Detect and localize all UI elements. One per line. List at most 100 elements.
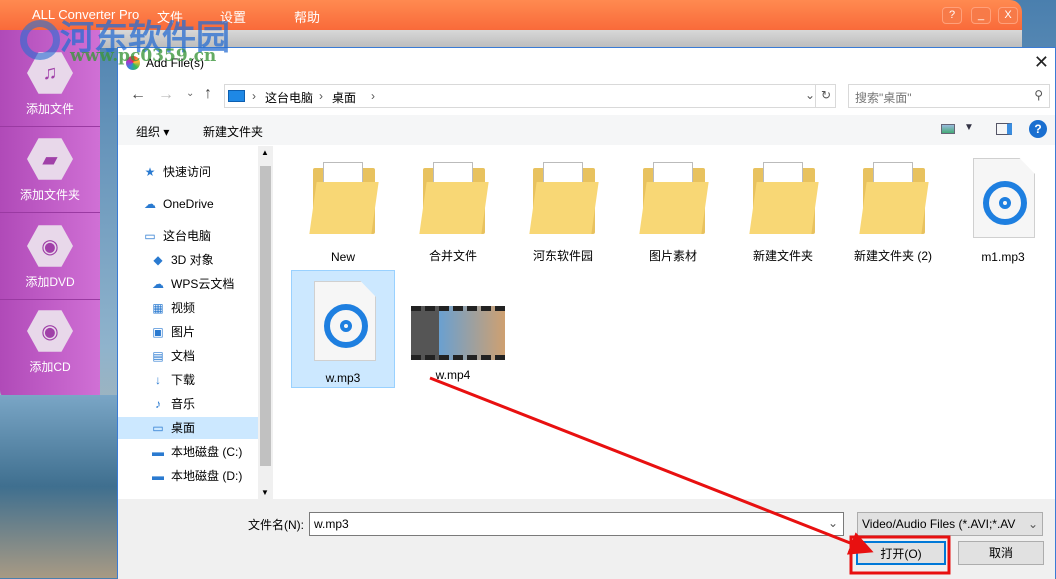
nav-icon: ▬	[152, 469, 164, 483]
nav-item[interactable]: ↓ 下载	[118, 369, 258, 391]
app-title: ALL Converter Pro	[32, 7, 140, 22]
back-button[interactable]: ←	[130, 86, 146, 104]
address-bar[interactable]: › 这台电脑 › 桌面 › ⌄	[224, 84, 836, 108]
nav-icon: ☁	[152, 277, 164, 291]
nav-item[interactable]: ◆ 3D 对象	[118, 249, 258, 271]
file-item[interactable]: w.mp3	[291, 270, 395, 388]
nav-label: 3D 对象	[171, 253, 214, 267]
search-icon: ⚲	[1034, 88, 1043, 102]
label: 组织	[136, 125, 161, 139]
file-item[interactable]: New	[291, 148, 395, 266]
file-item[interactable]: 新建文件夹	[731, 148, 835, 266]
desktop-background	[0, 395, 117, 578]
audio-file-icon	[314, 281, 376, 361]
file-name: w.mp3	[325, 371, 361, 385]
new-folder-button[interactable]: 新建文件夹	[203, 123, 263, 140]
nav-label: 视频	[171, 301, 196, 315]
file-name: 新建文件夹 (2)	[853, 249, 932, 263]
add-file-button[interactable]: ♫ 添加文件	[0, 42, 100, 127]
add-dvd-button[interactable]: ◉ 添加DVD	[0, 215, 100, 300]
nav-item[interactable]: ▭ 这台电脑	[118, 225, 258, 247]
nav-item[interactable]: ▤ 文档	[118, 345, 258, 367]
nav-icon: ♪	[155, 397, 161, 411]
view-dropdown[interactable]: ▼	[964, 122, 974, 133]
nav-icon: ◆	[153, 253, 163, 267]
cd-icon: ◉	[27, 310, 73, 352]
refresh-button[interactable]: ↻	[815, 84, 836, 108]
view-icon[interactable]	[941, 124, 955, 134]
breadcrumb-desktop[interactable]: 桌面	[332, 89, 356, 106]
nav-label: 桌面	[171, 421, 196, 435]
help-icon[interactable]: ?	[1029, 120, 1047, 138]
folder-icon	[639, 162, 709, 234]
file-item[interactable]: 新建文件夹 (2)	[841, 148, 945, 266]
address-dropdown-icon[interactable]: ⌄	[805, 88, 815, 102]
app-titlebar: ALL Converter Pro 文件 设置 帮助 ? _ X	[0, 0, 1022, 30]
nav-label: 本地磁盘 (D:)	[171, 469, 243, 483]
nav-item[interactable]: ☁ WPS云文档	[118, 273, 258, 295]
preview-pane-button[interactable]	[996, 123, 1012, 135]
up-button[interactable]: ↑	[204, 85, 212, 103]
dialog-close-button[interactable]: ✕	[1034, 52, 1049, 73]
file-item[interactable]: w.mp4	[401, 270, 505, 388]
dialog-bottom-bar: 文件名(N): w.mp3 ⌄ Video/Audio Files (*.AVI;…	[118, 499, 1055, 579]
file-name: 新建文件夹	[752, 249, 813, 263]
menu-file[interactable]: 文件	[157, 7, 183, 26]
menu-help[interactable]: 帮助	[294, 7, 320, 26]
nav-item[interactable]: ▭ 桌面	[118, 417, 258, 439]
nav-item[interactable]: ☁ OneDrive	[118, 193, 258, 215]
folder-icon	[749, 162, 819, 234]
nav-label: 本地磁盘 (C:)	[171, 445, 243, 459]
search-placeholder: 搜索"桌面"	[855, 91, 912, 105]
nav-item[interactable]: ▬ 本地磁盘 (D:)	[118, 465, 258, 487]
nav-label: 快速访问	[163, 165, 212, 179]
menu-settings[interactable]: 设置	[220, 7, 246, 26]
close-button[interactable]: X	[998, 7, 1018, 24]
file-item[interactable]: 合并文件	[401, 148, 505, 266]
file-item[interactable]: m1.mp3	[951, 148, 1055, 266]
nav-label: 图片	[171, 325, 196, 339]
file-item[interactable]: 河东软件园	[511, 148, 615, 266]
nav-label: 音乐	[171, 397, 196, 411]
nav-item[interactable]: ♪ 音乐	[118, 393, 258, 415]
folder-icon	[859, 162, 929, 234]
add-files-dialog: Add File(s) ✕ ← → ⌄ ↑ › 这台电脑 › 桌面 › ⌄ ↻ …	[117, 47, 1056, 579]
folder-icon: ▰	[27, 138, 73, 180]
recent-dropdown[interactable]: ⌄	[186, 88, 194, 99]
nav-item[interactable]: ▬ 本地磁盘 (C:)	[118, 441, 258, 463]
app-header-strip	[0, 30, 1022, 48]
cancel-button[interactable]: 取消	[958, 541, 1044, 565]
nav-icon: ▬	[152, 445, 164, 459]
filename-input[interactable]: w.mp3 ⌄	[309, 512, 844, 536]
nav-icon: ▭	[144, 229, 156, 243]
app-sidebar: ♫ 添加文件 ▰ 添加文件夹 ◉ 添加DVD ◉ 添加CD	[0, 30, 100, 395]
nav-item[interactable]: ★ 快速访问	[118, 161, 258, 183]
navigation-pane: ★ 快速访问 ☁ OneDrive ▭ 这台电脑 ◆ 3D 对象 ☁ WPS云文档 ▦ 视频 ▣ 图片 ▤ 文…	[118, 146, 273, 499]
filename-value: w.mp3	[314, 517, 349, 531]
label: 添加CD	[29, 360, 71, 374]
file-name: 合并文件	[428, 249, 477, 263]
file-item[interactable]: 图片素材	[621, 148, 725, 266]
breadcrumb-this-pc[interactable]: 这台电脑	[265, 89, 313, 106]
open-button[interactable]: 打开(O)	[856, 541, 946, 565]
dialog-title: Add File(s)	[146, 56, 205, 70]
file-type-select[interactable]: Video/Audio Files (*.AVI;*.AV ⌄	[857, 512, 1043, 536]
nav-label: WPS云文档	[171, 277, 235, 291]
help-button[interactable]: ?	[942, 7, 962, 24]
nav-scrollbar-thumb[interactable]	[260, 166, 271, 466]
file-list: New 合并文件 河东软件园 图片素材 新建文件夹 新建文件夹 (2) m1.mp3 w.mp…	[273, 146, 1055, 499]
organize-button[interactable]: 组织 ▾	[136, 123, 169, 140]
nav-item[interactable]: ▦ 视频	[118, 297, 258, 319]
forward-button[interactable]: →	[158, 86, 174, 104]
add-folder-button[interactable]: ▰ 添加文件夹	[0, 128, 100, 213]
file-name: m1.mp3	[981, 250, 1025, 264]
minimize-button[interactable]: _	[971, 7, 991, 24]
search-input[interactable]: 搜索"桌面" ⚲	[848, 84, 1050, 108]
dialog-toolbar: 组织 ▾ 新建文件夹 ▼ ?	[118, 115, 1055, 145]
add-cd-button[interactable]: ◉ 添加CD	[0, 300, 100, 385]
nav-label: 文档	[171, 349, 196, 363]
audio-file-icon	[973, 158, 1035, 238]
nav-icon: ▭	[152, 421, 164, 435]
nav-item[interactable]: ▣ 图片	[118, 321, 258, 343]
label: 添加DVD	[25, 275, 75, 289]
